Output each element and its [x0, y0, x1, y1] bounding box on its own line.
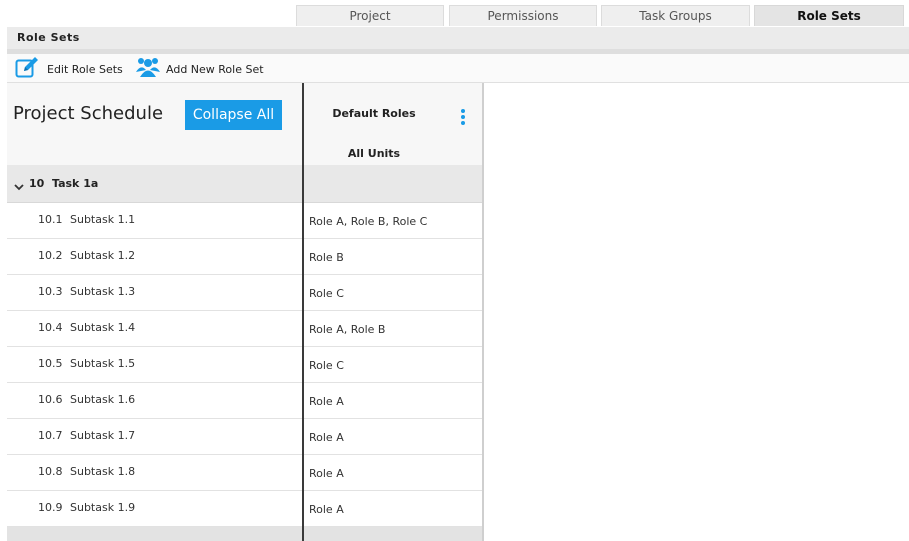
- roles-column-header: Default Roles All Units: [304, 83, 482, 165]
- role-value: Role A: [309, 431, 344, 444]
- roles-column-subtitle: All Units: [347, 147, 401, 160]
- role-cell[interactable]: Role C: [304, 347, 482, 383]
- role-value: Role A, Role B: [309, 323, 386, 336]
- table-row[interactable]: 10.3 Subtask 1.3: [7, 275, 303, 311]
- task-number: 10.9: [38, 501, 63, 514]
- page-title: Project Schedule: [13, 103, 164, 124]
- task-name: Subtask 1.4: [70, 321, 136, 334]
- task-name: Subtask 1.6: [70, 393, 136, 406]
- role-cell[interactable]: Role B: [304, 239, 482, 275]
- next-group-row: [7, 527, 303, 541]
- role-value: Role A: [309, 467, 344, 480]
- task-group-row[interactable]: 10 Task 1a: [7, 165, 303, 203]
- collapse-all-button[interactable]: Collapse All: [185, 100, 282, 130]
- chevron-down-icon[interactable]: [14, 177, 24, 196]
- tab-permissions[interactable]: Permissions: [449, 5, 597, 26]
- task-number: 10.4: [38, 321, 63, 334]
- add-new-role-set-label: Add New Role Set: [166, 62, 264, 76]
- task-number: 10.6: [38, 393, 63, 406]
- group-name: Task 1a: [52, 177, 99, 190]
- section-header: Role Sets: [7, 27, 909, 54]
- role-value: Role C: [309, 359, 344, 372]
- role-cell[interactable]: Role A: [304, 491, 482, 527]
- group-number: 10: [29, 177, 45, 190]
- task-name: Subtask 1.2: [70, 249, 136, 262]
- role-value: Role A: [309, 503, 344, 516]
- tab-role-sets[interactable]: Role Sets: [754, 5, 904, 26]
- role-cell[interactable]: Role A: [304, 419, 482, 455]
- task-number: 10.5: [38, 357, 63, 370]
- section-title: Role Sets: [17, 31, 80, 44]
- more-options-icon[interactable]: [460, 109, 466, 127]
- roles-column-title: Default Roles: [332, 107, 416, 120]
- users-add-icon: [136, 56, 160, 82]
- roles-next-group-cell: [304, 527, 482, 541]
- task-name: Subtask 1.8: [70, 465, 136, 478]
- role-value: Role C: [309, 287, 344, 300]
- edit-role-sets-label: Edit Role Sets: [47, 62, 123, 76]
- role-cell[interactable]: Role A: [304, 383, 482, 419]
- add-new-role-set-button[interactable]: Add New Role Set: [136, 57, 264, 81]
- role-value: Role A, Role B, Role C: [309, 215, 428, 228]
- project-schedule-panel: Project Schedule Collapse All 10 Task 1a…: [7, 83, 303, 541]
- table-row[interactable]: 10.1 Subtask 1.1: [7, 203, 303, 239]
- tab-task-groups[interactable]: Task Groups: [601, 5, 750, 26]
- task-name: Subtask 1.5: [70, 357, 136, 370]
- tab-bar: Project Permissions Task Groups Role Set…: [0, 0, 909, 27]
- default-roles-column: Default Roles All Units Role A, Role B, …: [304, 83, 482, 541]
- task-name: Subtask 1.7: [70, 429, 136, 442]
- tab-project[interactable]: Project: [296, 5, 444, 26]
- role-cell[interactable]: Role A: [304, 455, 482, 491]
- edit-icon: [15, 56, 41, 82]
- table-row[interactable]: 10.8 Subtask 1.8: [7, 455, 303, 491]
- task-number: 10.1: [38, 213, 63, 226]
- task-number: 10.3: [38, 285, 63, 298]
- table-row[interactable]: 10.2 Subtask 1.2: [7, 239, 303, 275]
- role-value: Role B: [309, 251, 344, 264]
- table-row[interactable]: 10.6 Subtask 1.6: [7, 383, 303, 419]
- table-row[interactable]: 10.5 Subtask 1.5: [7, 347, 303, 383]
- task-number: 10.7: [38, 429, 63, 442]
- task-name: Subtask 1.3: [70, 285, 136, 298]
- task-name: Subtask 1.9: [70, 501, 136, 514]
- schedule-header: Project Schedule Collapse All: [7, 83, 303, 165]
- task-name: Subtask 1.1: [70, 213, 136, 226]
- role-value: Role A: [309, 395, 344, 408]
- role-cell[interactable]: Role A, Role B, Role C: [304, 203, 482, 239]
- task-number: 10.8: [38, 465, 63, 478]
- toolbar: Edit Role Sets Add New Role Set: [7, 54, 909, 83]
- role-cell[interactable]: Role A, Role B: [304, 311, 482, 347]
- table-row[interactable]: 10.9 Subtask 1.9: [7, 491, 303, 527]
- table-row[interactable]: 10.4 Subtask 1.4: [7, 311, 303, 347]
- roles-group-cell: [304, 165, 482, 203]
- edit-role-sets-button[interactable]: Edit Role Sets: [15, 57, 123, 81]
- task-number: 10.2: [38, 249, 63, 262]
- content-area: [484, 83, 909, 541]
- role-cell[interactable]: Role C: [304, 275, 482, 311]
- table-row[interactable]: 10.7 Subtask 1.7: [7, 419, 303, 455]
